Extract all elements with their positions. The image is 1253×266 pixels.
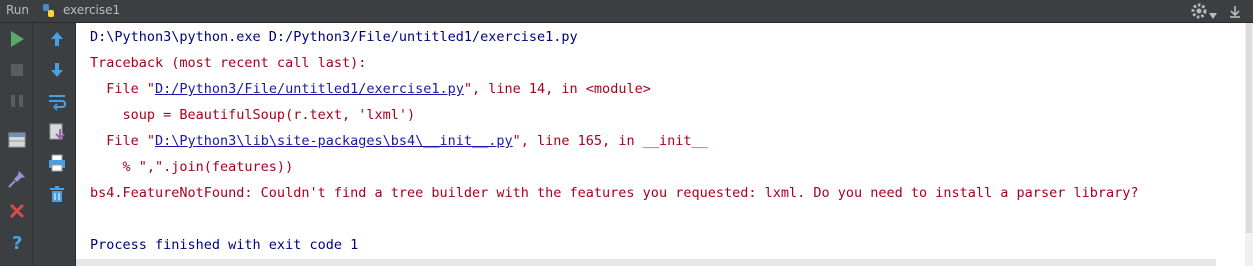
rerun-icon[interactable]: [6, 28, 28, 50]
frame-suffix: ", line 14, in <module>: [463, 81, 651, 97]
stop-icon[interactable]: [6, 59, 28, 81]
layout-icon[interactable]: [6, 129, 28, 151]
run-controls-toolbar: ?: [0, 23, 33, 266]
soft-wrap-icon[interactable]: [46, 90, 68, 112]
traceback-frame: File "D:/Python3/File/untitled1/exercise…: [90, 79, 651, 99]
traceback-code: % ",".join(features)): [90, 159, 294, 175]
chevron-down-icon[interactable]: [1209, 8, 1217, 19]
trash-icon[interactable]: [46, 183, 68, 205]
file-link[interactable]: D:/Python3/File/untitled1/exercise1.py: [155, 81, 464, 97]
frame-suffix: ", line 165, in __init__: [512, 133, 708, 149]
frame-prefix: File ": [90, 81, 156, 97]
frame-prefix: File ": [90, 133, 156, 149]
svg-text:?: ?: [12, 233, 22, 253]
run-config-name[interactable]: exercise1: [63, 3, 120, 17]
traceback-header: Traceback (most recent call last):: [90, 55, 367, 71]
console-bottom-strip: [76, 259, 1216, 266]
down-arrow-icon[interactable]: [46, 59, 68, 81]
run-tab-label[interactable]: Run: [6, 3, 29, 17]
console-output[interactable]: D:\Python3\python.exe D:/Python3/File/un…: [75, 23, 1246, 266]
hide-panel-icon[interactable]: [1227, 3, 1243, 19]
close-icon[interactable]: [6, 200, 28, 222]
exception-message: bs4.FeatureNotFound: Couldn't find a tre…: [90, 185, 1139, 201]
run-tool-window-header: Run exercise1: [0, 0, 1253, 23]
pause-icon[interactable]: [6, 90, 28, 112]
pin-icon[interactable]: [6, 168, 28, 190]
print-icon[interactable]: [46, 152, 68, 174]
traceback-code: soup = BeautifulSoup(r.text, 'lxml'): [90, 107, 416, 123]
console-actions-toolbar: [40, 23, 72, 266]
up-arrow-icon[interactable]: [46, 28, 68, 50]
python-run-icon: [41, 3, 57, 19]
file-link[interactable]: D:\Python3\lib\site-packages\bs4\__init_…: [155, 133, 513, 149]
process-finished-message: Process finished with exit code 1: [90, 237, 359, 253]
help-icon[interactable]: ?: [6, 231, 28, 253]
command-line: D:\Python3\python.exe D:/Python3/File/un…: [90, 29, 578, 45]
scroll-to-end-icon[interactable]: [46, 121, 68, 143]
traceback-frame: File "D:\Python3\lib\site-packages\bs4\_…: [90, 131, 708, 151]
scrollbar-thumb[interactable]: [1246, 23, 1252, 233]
vertical-scrollbar[interactable]: [1245, 23, 1253, 266]
gear-icon[interactable]: [1190, 2, 1208, 20]
